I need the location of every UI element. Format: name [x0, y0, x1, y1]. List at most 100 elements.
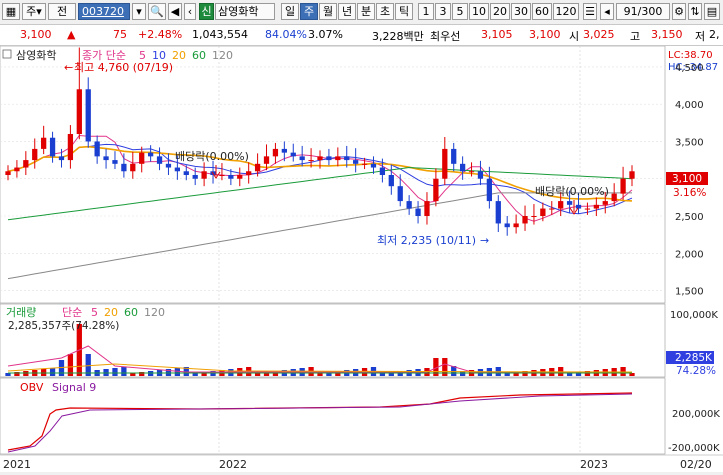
candle-body [32, 148, 38, 161]
volume-bar [112, 368, 118, 376]
current-price-tag-text: 3,100 [672, 173, 702, 185]
obv-panel[interactable] [0, 377, 666, 455]
dividend-annotation-2: 배당락(0.00%) [535, 185, 609, 198]
interval-5[interactable]: 5 [452, 3, 468, 20]
current-volume-percent: 74.28% [676, 365, 716, 377]
candle-body [174, 167, 181, 172]
candle-body [290, 152, 296, 157]
candle-body [281, 148, 287, 153]
period-minute[interactable]: 분 [357, 3, 375, 20]
prev-page-arrow[interactable]: ◂ [600, 3, 614, 20]
settings-icon[interactable]: ⚙ [672, 3, 686, 20]
count-display[interactable]: 91/300 [616, 3, 670, 20]
volume-panel[interactable] [0, 303, 666, 378]
search-icon[interactable]: 🔍 [148, 3, 166, 20]
candle-body [442, 148, 448, 179]
interval-120[interactable]: 120 [553, 3, 579, 20]
max-annotation: 최고 4,760 (07/19) [74, 61, 173, 74]
price-y-tick: 4,000 [675, 100, 704, 111]
obv-signal-legend: Signal 9 [52, 381, 96, 394]
current-price: 3,100 [20, 28, 52, 41]
candle-body [504, 223, 510, 228]
candle-body [14, 167, 20, 172]
candle-body [513, 223, 519, 228]
interval-3[interactable]: 3 [435, 3, 451, 20]
volume-bar [49, 368, 56, 376]
up-arrow-icon: ▲ [67, 28, 76, 41]
candle-body [85, 89, 91, 142]
candle-body [317, 156, 323, 161]
candle-body [353, 160, 359, 164]
stock-code-input[interactable]: 003720 [78, 3, 130, 20]
chart-area[interactable]: 삼영화학 종가 단순 5 10 20 60 120 최고 4,760 (07/1… [0, 45, 723, 472]
price-panel[interactable] [0, 45, 666, 304]
candle-body [495, 201, 501, 224]
obv-y-tick-2: -200,000K [668, 443, 720, 454]
volume-legend-ma: 단순 [62, 306, 82, 319]
period-second[interactable]: 초 [376, 3, 394, 20]
candle-body [49, 137, 56, 157]
volume: 1,043,554 [192, 28, 248, 41]
period-year[interactable]: 년 [338, 3, 356, 20]
trade-value: 3,228백만 [372, 30, 424, 43]
stock-name: 삼영화학 [215, 3, 275, 20]
candle-body [246, 171, 252, 175]
candle-body [451, 148, 457, 164]
market-dropdown[interactable]: 주▾ [22, 3, 46, 20]
toggle-icon[interactable]: ⇅ [688, 3, 702, 20]
tools-icon[interactable]: ▤ [704, 3, 720, 20]
candle-body [192, 175, 198, 179]
code-dropdown-arrow[interactable]: ▾ [132, 3, 146, 20]
prev-stock-arrow[interactable]: ‹ [184, 3, 196, 20]
candle-body [112, 160, 118, 164]
interval-1[interactable]: 1 [418, 3, 434, 20]
high-label: 고 [630, 30, 641, 43]
high-price: 3,150 [651, 28, 683, 41]
interval-30[interactable]: 30 [511, 3, 531, 20]
x-label-2021: 2021 [3, 458, 31, 471]
price-y-tick: 1,500 [675, 287, 704, 298]
volume-ratio: 84.04% [265, 28, 307, 41]
candle-body [566, 201, 573, 205]
obv-y-tick-1: 200,000K [672, 409, 720, 420]
best-ask-label: 최우선 [430, 30, 461, 43]
interval-10[interactable]: 10 [469, 3, 489, 20]
open-price: 3,025 [583, 28, 615, 41]
volume-y-tick: 100,000K [670, 310, 718, 321]
candle-body [147, 152, 154, 157]
obv-legend: OBV [20, 381, 44, 394]
candle-body [156, 156, 163, 164]
period-month[interactable]: 월 [319, 3, 337, 20]
period-week[interactable]: 주 [300, 3, 318, 20]
candle-body [361, 163, 368, 165]
max-arrow-icon: ← [64, 61, 73, 74]
candle-body [183, 171, 189, 175]
volume-annotation: 2,285,357주(74.28%) [8, 320, 119, 332]
ma60-label: 60 [192, 49, 206, 62]
speaker-icon[interactable]: ◀ [168, 3, 182, 20]
candle-body [228, 175, 234, 179]
list-icon[interactable]: ☰ [583, 3, 597, 20]
market-scope[interactable]: 전 [48, 3, 76, 20]
x-label-2023: 2023 [580, 458, 608, 471]
turnover: 3.07% [308, 28, 343, 41]
candle-body [459, 163, 466, 172]
candle-body [522, 216, 528, 224]
interval-20[interactable]: 20 [490, 3, 510, 20]
price-y-tick: 4,500 [675, 63, 704, 74]
candle-body [531, 216, 537, 217]
toolbar: ▦ 주▾ 전 003720 ▾ 🔍 ◀ ‹ 신 삼영화학 일 주 월 년 분 초… [0, 0, 723, 25]
candle-body [299, 156, 305, 161]
stock-chart[interactable]: 삼영화학 종가 단순 5 10 20 60 120 최고 4,760 (07/1… [0, 45, 723, 472]
period-day[interactable]: 일 [281, 3, 299, 20]
candle-body [67, 134, 74, 161]
grid-icon[interactable]: ▦ [2, 3, 20, 20]
current-volume-tag-text: 2,285K [675, 352, 713, 364]
min-annotation: 최저 2,235 (10/11) [377, 234, 476, 247]
period-tick[interactable]: 틱 [395, 3, 413, 20]
candle-body [575, 204, 582, 209]
min-arrow-icon: → [480, 234, 489, 247]
candle-body [558, 201, 564, 209]
candle-body [379, 167, 386, 175]
interval-60[interactable]: 60 [532, 3, 552, 20]
